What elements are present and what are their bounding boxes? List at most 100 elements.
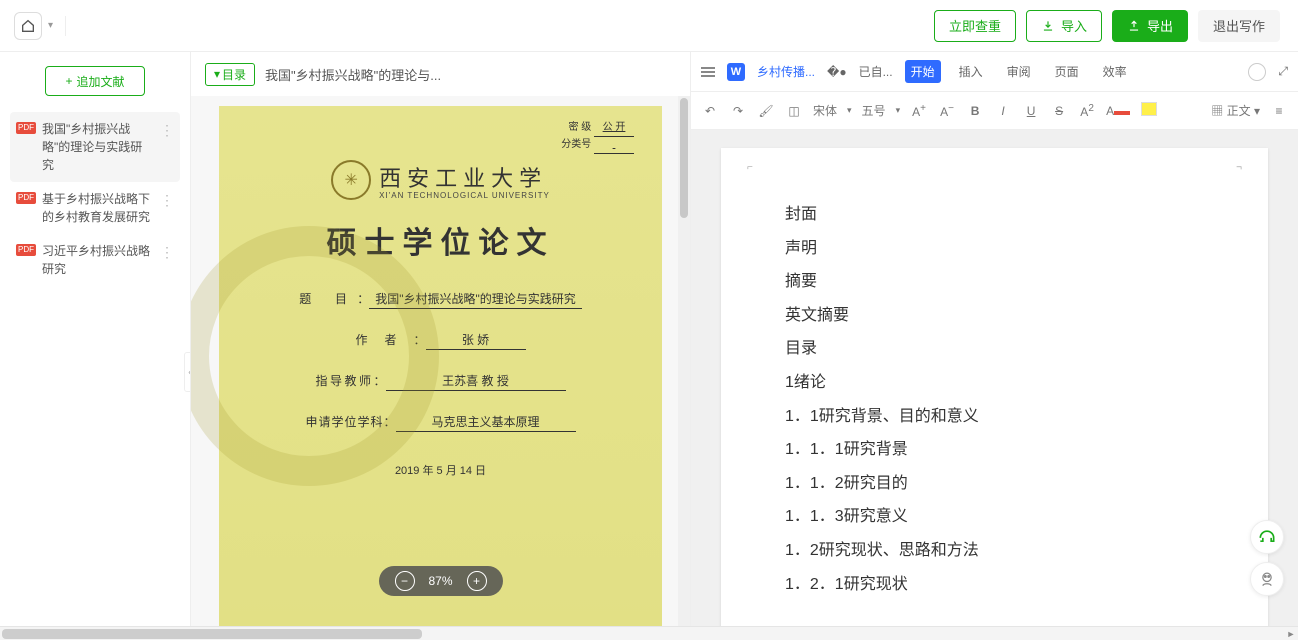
outline-item[interactable]: 1．1．2研究目的	[785, 467, 1204, 501]
scroll-thumb[interactable]	[2, 629, 422, 639]
more-icon[interactable]: ⋮	[160, 190, 174, 226]
import-button[interactable]: 导入	[1026, 10, 1102, 42]
pdf-viewport[interactable]: 密 级 公 开 分类号 ✳ 西安工业大学 XI'AN TECHNOLOGICAL…	[191, 96, 690, 626]
zoom-value: 87%	[428, 574, 452, 588]
font-color-icon[interactable]: A	[1106, 104, 1130, 118]
outline-item[interactable]: 封面	[785, 198, 1204, 232]
tab-review[interactable]: 审阅	[1001, 60, 1037, 83]
highlight-icon[interactable]	[1140, 102, 1158, 119]
editor-page[interactable]: ⌐ ¬ 封面 声明 摘要 英文摘要 目录 1绪论 1．1研究背景、目的和意义 1…	[721, 148, 1268, 626]
outline-item[interactable]: 目录	[785, 332, 1204, 366]
cloud-icon: �●	[827, 65, 847, 79]
strike-icon[interactable]: S	[1050, 104, 1068, 118]
superscript-icon[interactable]: A2	[1078, 103, 1096, 119]
headset-icon	[1257, 527, 1277, 547]
exit-button[interactable]: 退出写作	[1198, 10, 1280, 42]
saved-label: 已自...	[859, 63, 893, 80]
editor-toolbar: ↶ ↷ 🖌 ◫ 宋体 ▾ 五号 ▾ A+ A− B I U S A2 A ▦ 正文 …	[691, 92, 1298, 130]
avatar[interactable]	[1248, 63, 1266, 81]
editor-tabbar: W 乡村传播... �● 已自... 开始 插入 审阅 页面 效率 ⤢	[691, 52, 1298, 92]
tab-start[interactable]: 开始	[905, 60, 941, 83]
undo-icon[interactable]: ↶	[701, 104, 719, 118]
menu-icon[interactable]	[701, 67, 715, 77]
style-select[interactable]: ▦ 正文 ▾	[1211, 102, 1260, 119]
zoom-control: − 87% +	[378, 566, 502, 596]
bot-icon	[1257, 569, 1277, 589]
outline-item[interactable]: 1绪论	[785, 366, 1204, 400]
zoom-out-button[interactable]: −	[394, 571, 414, 591]
pdf-scrollbar[interactable]	[678, 96, 690, 626]
word-app-icon: W	[727, 63, 745, 81]
outline-item[interactable]: 1．1．3研究意义	[785, 500, 1204, 534]
literature-item[interactable]: PDF 基于乡村振兴战略下的乡村教育发展研究 ⋮	[10, 182, 180, 234]
more-icon[interactable]: ⋮	[160, 120, 174, 174]
home-button[interactable]	[14, 12, 42, 40]
download-icon	[1041, 19, 1055, 33]
export-label: 导出	[1147, 16, 1173, 35]
divider	[65, 16, 66, 36]
export-button[interactable]: 导出	[1112, 10, 1188, 42]
tab-efficiency[interactable]: 效率	[1097, 60, 1133, 83]
outline-item[interactable]: 1．1．1研究背景	[785, 433, 1204, 467]
editor-filename[interactable]: 乡村传播...	[757, 63, 815, 80]
italic-icon[interactable]: I	[994, 104, 1012, 118]
zoom-in-button[interactable]: +	[467, 571, 487, 591]
outline-item[interactable]: 1．2．1研究现状	[785, 568, 1204, 602]
eraser-icon[interactable]: ◫	[785, 104, 803, 118]
literature-title: 我国"乡村振兴战略"的理论与实践研究	[42, 120, 154, 174]
toc-button[interactable]: ▾ 目录	[205, 63, 255, 86]
literature-item[interactable]: PDF 习近平乡村振兴战略研究 ⋮	[10, 234, 180, 286]
caret-down-icon[interactable]: ▾	[896, 105, 901, 116]
pdf-badge-icon: PDF	[16, 122, 36, 134]
add-literature-button[interactable]: + 追加文献	[45, 66, 145, 96]
literature-title: 基于乡村振兴战略下的乡村教育发展研究	[42, 190, 154, 226]
bold-icon[interactable]: B	[966, 104, 984, 118]
redo-icon[interactable]: ↷	[729, 104, 747, 118]
tab-insert[interactable]: 插入	[953, 60, 989, 83]
more-icon[interactable]: ⋮	[160, 242, 174, 278]
literature-title: 习近平乡村振兴战略研究	[42, 242, 154, 278]
watermark-icon	[191, 226, 439, 486]
add-literature-label: 追加文献	[77, 73, 125, 90]
pdf-badge-icon: PDF	[16, 192, 36, 204]
university-name-en: XI'AN TECHNOLOGICAL UNIVERSITY	[379, 191, 550, 200]
doc-title: 我国"乡村振兴战略"的理论与...	[265, 65, 441, 84]
expand-icon[interactable]: ⤢	[1278, 64, 1288, 79]
university-seal-icon: ✳	[331, 160, 371, 200]
plus-icon: +	[65, 74, 72, 88]
font-size-select[interactable]: 五号	[862, 102, 886, 119]
assistant-button[interactable]	[1250, 562, 1284, 596]
scroll-right-icon[interactable]: ►	[1284, 627, 1298, 641]
outline-item[interactable]: 1．2研究现状、思路和方法	[785, 534, 1204, 568]
paper-cover: 密 级 公 开 分类号 ✳ 西安工业大学 XI'AN TECHNOLOGICAL…	[219, 106, 662, 626]
caret-down-icon: ▾	[214, 67, 220, 81]
font-name-select[interactable]: 宋体	[813, 102, 837, 119]
caret-down-icon[interactable]: ▾	[847, 105, 852, 116]
corner-mark-icon: ¬	[1236, 162, 1242, 173]
university-name: 西安工业大学	[379, 161, 550, 193]
home-caret-icon[interactable]: ▾	[48, 20, 53, 31]
underline-icon[interactable]: U	[1022, 104, 1040, 118]
corner-mark-icon: ⌐	[747, 162, 753, 173]
pdf-header: ▾ 目录 我国"乡村振兴战略"的理论与...	[191, 52, 690, 96]
check-button[interactable]: 立即查重	[934, 10, 1016, 42]
literature-item[interactable]: PDF 我国"乡村振兴战略"的理论与实践研究 ⋮	[10, 112, 180, 182]
outline-item[interactable]: 声明	[785, 232, 1204, 266]
font-shrink-icon[interactable]: A−	[938, 103, 956, 119]
editor-document-area[interactable]: ⌐ ¬ 封面 声明 摘要 英文摘要 目录 1绪论 1．1研究背景、目的和意义 1…	[691, 130, 1298, 626]
font-grow-icon[interactable]: A+	[910, 103, 928, 119]
support-button[interactable]	[1250, 520, 1284, 554]
topbar: ▾ 立即查重 导入 导出 退出写作	[0, 0, 1298, 52]
outline-item[interactable]: 1．1研究背景、目的和意义	[785, 400, 1204, 434]
outline-item[interactable]: 摘要	[785, 265, 1204, 299]
import-label: 导入	[1061, 16, 1087, 35]
pdf-badge-icon: PDF	[16, 244, 36, 256]
university-row: ✳ 西安工业大学 XI'AN TECHNOLOGICAL UNIVERSITY	[247, 160, 634, 200]
brush-icon[interactable]: 🖌	[757, 104, 775, 118]
main: + 追加文献 PDF 我国"乡村振兴战略"的理论与实践研究 ⋮ PDF 基于乡村…	[0, 52, 1298, 626]
pdf-viewer: ▾ 目录 我国"乡村振兴战略"的理论与... 密 级 公 开 分类号 ✳ 西安工…	[190, 52, 690, 626]
outline-item[interactable]: 英文摘要	[785, 299, 1204, 333]
horizontal-scrollbar[interactable]: ◄ ►	[0, 626, 1298, 640]
tab-page[interactable]: 页面	[1049, 60, 1085, 83]
align-icon[interactable]: ≡	[1270, 104, 1288, 118]
